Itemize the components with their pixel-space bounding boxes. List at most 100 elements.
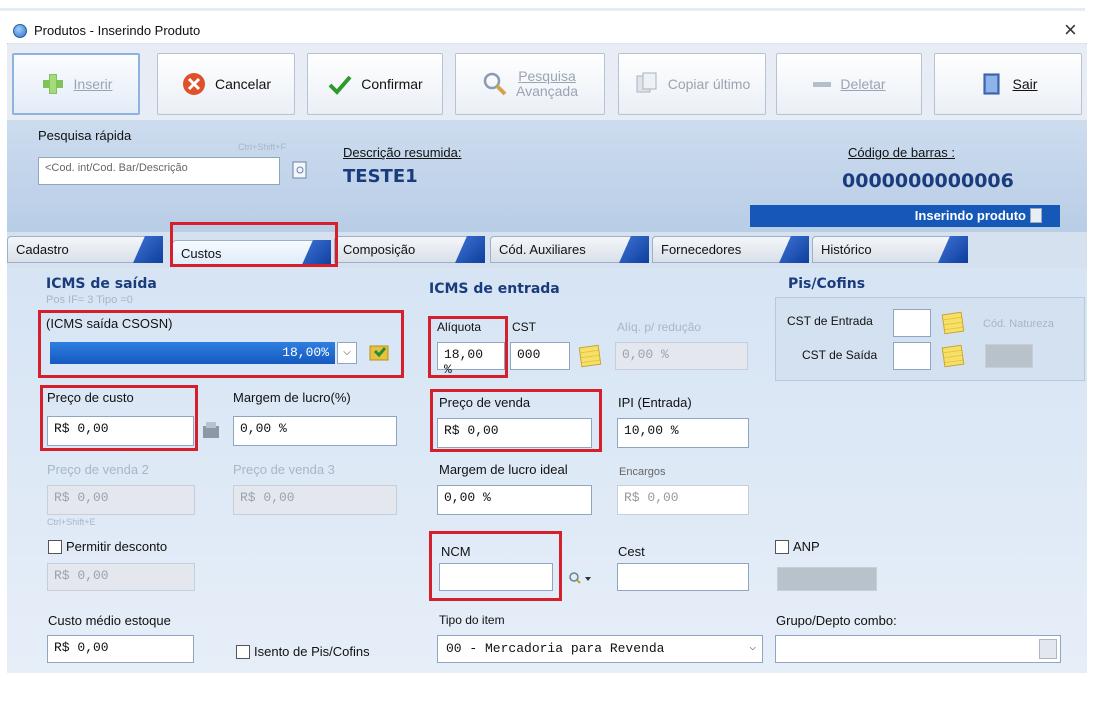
aliquota-field[interactable]: 18,00 %	[437, 342, 505, 377]
cancel-button[interactable]: Cancelar	[157, 53, 295, 115]
csosn-label: (ICMS saída CSOSN)	[46, 316, 173, 331]
short-description-label: Descrição resumida:	[343, 145, 462, 160]
notepad-icon[interactable]	[578, 344, 602, 368]
isento-checkbox[interactable]	[236, 645, 250, 659]
search-doc-icon[interactable]	[290, 160, 310, 180]
permitir-desconto-checkbox[interactable]	[48, 540, 62, 554]
tipo-item-value: 00 - Mercadoria para Revenda	[446, 641, 665, 656]
encargos-field: R$ 0,00	[617, 485, 749, 515]
margem-ideal-field[interactable]: 0,00 %	[437, 485, 592, 515]
preco-venda-label: Preço de venda	[439, 395, 531, 410]
csosn-value: 18,00%	[282, 345, 329, 360]
tab-cap	[938, 236, 968, 263]
preco-venda3-field: R$ 0,00	[233, 485, 397, 515]
reducao-label: Alíq. p/ redução	[617, 320, 702, 334]
calculator-icon[interactable]	[201, 420, 223, 440]
preco-venda-field[interactable]: R$ 0,00	[437, 418, 592, 448]
magnifier-icon	[483, 72, 507, 96]
copy-last-button[interactable]: Copiar último	[618, 53, 766, 115]
tab-cod-auxiliares-label: Cód. Auxiliares	[499, 242, 586, 257]
permitir-desconto-label: Permitir desconto	[66, 539, 168, 554]
close-icon[interactable]: ×	[1064, 17, 1077, 43]
ncm-field[interactable]	[439, 563, 553, 591]
confirm-label: Confirmar	[361, 76, 423, 92]
isento-label: Isento de Pis/Cofins	[254, 644, 370, 659]
custo-medio-field[interactable]: R$ 0,00	[47, 635, 194, 663]
app-icon	[13, 24, 27, 38]
advanced-search-line2: Avançada	[515, 83, 578, 99]
icms-saida-title: ICMS de saída	[46, 276, 157, 292]
grupo-depto-select[interactable]	[775, 635, 1061, 663]
tipo-item-select[interactable]: 00 - Mercadoria para Revenda ⌵	[437, 635, 763, 663]
anp-checkbox[interactable]	[775, 540, 789, 554]
advanced-search-button[interactable]: Pesquisa Avançada	[455, 53, 605, 115]
plus-icon	[42, 74, 63, 94]
desconto-field: R$ 0,00	[47, 563, 195, 591]
cod-natureza-field	[985, 344, 1033, 368]
margem-lucro-field[interactable]: 0,00 %	[233, 416, 397, 446]
ipi-label: IPI (Entrada)	[618, 395, 692, 410]
ncm-label: NCM	[441, 544, 471, 559]
confirm-button[interactable]: Confirmar	[307, 53, 443, 115]
advanced-search-label: Pesquisa Avançada	[516, 69, 578, 99]
cod-natureza-label: Cód. Natureza	[983, 318, 1054, 330]
preco-venda-shortcut: Ctrl+Shift+E	[47, 517, 96, 527]
cancel-label: Cancelar	[214, 76, 272, 92]
preco-venda2-field: R$ 0,00	[47, 485, 195, 515]
icms-saida-subinfo: Pos IF= 3 Tipo =0	[46, 294, 133, 306]
tab-historico-label: Histórico	[821, 242, 872, 257]
cancel-icon	[182, 73, 205, 95]
reducao-field: 0,00 %	[615, 342, 748, 370]
dropdown-button[interactable]	[1039, 639, 1057, 659]
delete-label: Deletar	[840, 76, 886, 92]
insert-label: Inserir	[73, 76, 113, 92]
window-title: Produtos - Inserindo Produto	[34, 23, 201, 38]
tab-cap	[301, 240, 331, 267]
lookup-icon[interactable]	[366, 340, 392, 366]
aliquota-label: Alíquota	[437, 320, 482, 334]
csosn-select[interactable]: 18,00%	[50, 342, 335, 364]
cest-label: Cest	[618, 544, 645, 559]
tab-cap	[455, 236, 485, 263]
preco-custo-field[interactable]: R$ 0,00	[47, 416, 194, 446]
insert-button[interactable]: Inserir	[12, 53, 140, 115]
checkmark-icon	[328, 75, 352, 95]
tab-cap	[779, 236, 809, 263]
cst-saida-label: CST de Saída	[802, 348, 878, 362]
margem-lucro-label: Margem de lucro(%)	[233, 390, 351, 405]
cest-field[interactable]	[617, 563, 749, 591]
quick-search-input[interactable]: <Cod. int/Cod. Bar/Descrição	[38, 157, 280, 185]
tab-cod-auxiliares[interactable]: Cód. Auxiliares	[490, 236, 649, 263]
status-banner: Inserindo produto	[750, 205, 1060, 227]
barcode-label: Código de barras :	[848, 145, 955, 160]
cst-field[interactable]: 000	[510, 342, 570, 370]
exit-button[interactable]: Sair	[934, 53, 1082, 115]
tab-custos[interactable]: Custos	[172, 240, 331, 267]
door-icon	[983, 73, 1000, 95]
eraser-icon	[813, 82, 832, 87]
notepad-icon[interactable]	[941, 311, 965, 335]
ipi-field[interactable]: 10,00 %	[617, 418, 749, 448]
tab-fornecedores[interactable]: Fornecedores	[652, 236, 809, 263]
notepad-icon[interactable]	[941, 344, 965, 368]
cst-entrada-label: CST de Entrada	[787, 314, 873, 328]
chevron-down-icon: ⌵	[749, 642, 756, 654]
delete-button[interactable]: Deletar	[776, 53, 922, 115]
tab-cap	[619, 236, 649, 263]
tab-composicao-label: Composição	[343, 242, 416, 257]
cst-entrada-field[interactable]	[893, 309, 931, 337]
cst-saida-field[interactable]	[893, 342, 931, 370]
icms-entrada-title: ICMS de entrada	[429, 281, 560, 297]
tipo-item-label: Tipo do item	[439, 613, 505, 627]
preco-venda3-label: Preço de venda 3	[233, 462, 335, 477]
anp-field	[777, 567, 877, 591]
status-text: Inserindo produto	[914, 208, 1026, 223]
tab-historico[interactable]: Histórico	[812, 236, 968, 263]
search-dropdown-icon[interactable]	[568, 570, 592, 586]
barcode-value: 0000000000006	[842, 170, 1014, 192]
margem-ideal-label: Margem de lucro ideal	[439, 462, 568, 477]
tab-composicao[interactable]: Composição	[334, 236, 485, 263]
tab-cadastro[interactable]: Cadastro	[7, 236, 163, 263]
chevron-down-icon[interactable]: ⌵	[337, 342, 357, 364]
preco-custo-label: Preço de custo	[47, 390, 134, 405]
